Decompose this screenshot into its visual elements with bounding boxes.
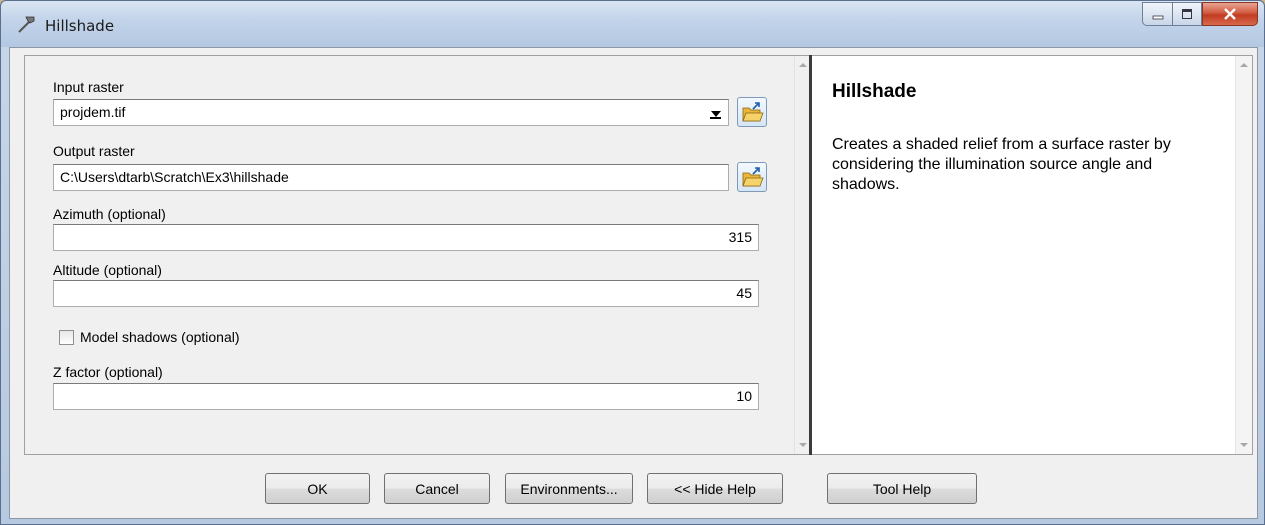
help-scrollbar[interactable] xyxy=(1235,56,1252,454)
help-pane: Hillshade Creates a shaded relief from a… xyxy=(812,55,1253,455)
browse-input-raster-button[interactable] xyxy=(737,97,767,127)
help-description: Creates a shaded relief from a surface r… xyxy=(832,136,1171,193)
chevron-down-icon[interactable] xyxy=(705,102,726,123)
altitude-value: 45 xyxy=(736,285,752,301)
altitude-label: Altitude (optional) xyxy=(53,262,162,278)
model-shadows-checkbox[interactable] xyxy=(59,329,74,345)
dialog-body: Input raster projdem.tif Output raster C… xyxy=(9,47,1258,519)
scroll-down-icon[interactable] xyxy=(799,443,807,447)
model-shadows-label: Model shadows (optional) xyxy=(80,329,240,345)
z-factor-field[interactable]: 10 xyxy=(53,383,759,410)
hammer-tool-icon xyxy=(18,16,35,33)
scroll-up-icon[interactable] xyxy=(799,63,807,67)
input-raster-label: Input raster xyxy=(53,79,124,95)
cancel-button[interactable]: Cancel xyxy=(384,473,490,504)
tool-help-button[interactable]: Tool Help xyxy=(827,473,977,504)
open-folder-icon xyxy=(742,167,764,187)
input-raster-value: projdem.tif xyxy=(60,104,126,120)
window-title: Hillshade xyxy=(45,17,115,35)
scroll-down-icon[interactable] xyxy=(1240,443,1248,447)
output-raster-value: C:\Users\dtarb\Scratch\Ex3\hillshade xyxy=(60,169,289,185)
open-folder-icon xyxy=(742,102,764,122)
maximize-button[interactable] xyxy=(1172,2,1202,26)
minimize-icon xyxy=(1152,15,1163,20)
ok-button[interactable]: OK xyxy=(265,473,370,504)
help-title: Hillshade xyxy=(832,81,917,102)
parameters-scrollbar[interactable] xyxy=(794,56,810,454)
close-icon xyxy=(1224,8,1236,20)
output-raster-label: Output raster xyxy=(53,143,135,159)
close-button[interactable] xyxy=(1202,2,1258,26)
scroll-up-icon[interactable] xyxy=(1240,63,1248,67)
z-factor-label: Z factor (optional) xyxy=(53,364,163,380)
altitude-field[interactable]: 45 xyxy=(53,280,759,307)
maximize-icon xyxy=(1182,9,1192,19)
input-raster-combo[interactable]: projdem.tif xyxy=(53,99,729,126)
window-controls xyxy=(1142,2,1258,28)
azimuth-field[interactable]: 315 xyxy=(53,224,759,251)
azimuth-value: 315 xyxy=(728,229,752,245)
model-shadows-option[interactable]: Model shadows (optional) xyxy=(59,329,240,345)
parameters-pane: Input raster projdem.tif Output raster C… xyxy=(24,55,810,455)
z-factor-value: 10 xyxy=(736,388,752,404)
title-bar[interactable]: Hillshade xyxy=(1,1,1264,47)
azimuth-label: Azimuth (optional) xyxy=(53,206,166,222)
browse-output-raster-button[interactable] xyxy=(737,162,767,192)
output-raster-field[interactable]: C:\Users\dtarb\Scratch\Ex3\hillshade xyxy=(53,164,729,191)
minimize-button[interactable] xyxy=(1142,2,1172,26)
hide-help-button[interactable]: << Hide Help xyxy=(647,473,783,504)
environments-button[interactable]: Environments... xyxy=(505,473,633,504)
hillshade-dialog: Hillshade Input raster projdem.tif Outpu… xyxy=(0,0,1265,525)
